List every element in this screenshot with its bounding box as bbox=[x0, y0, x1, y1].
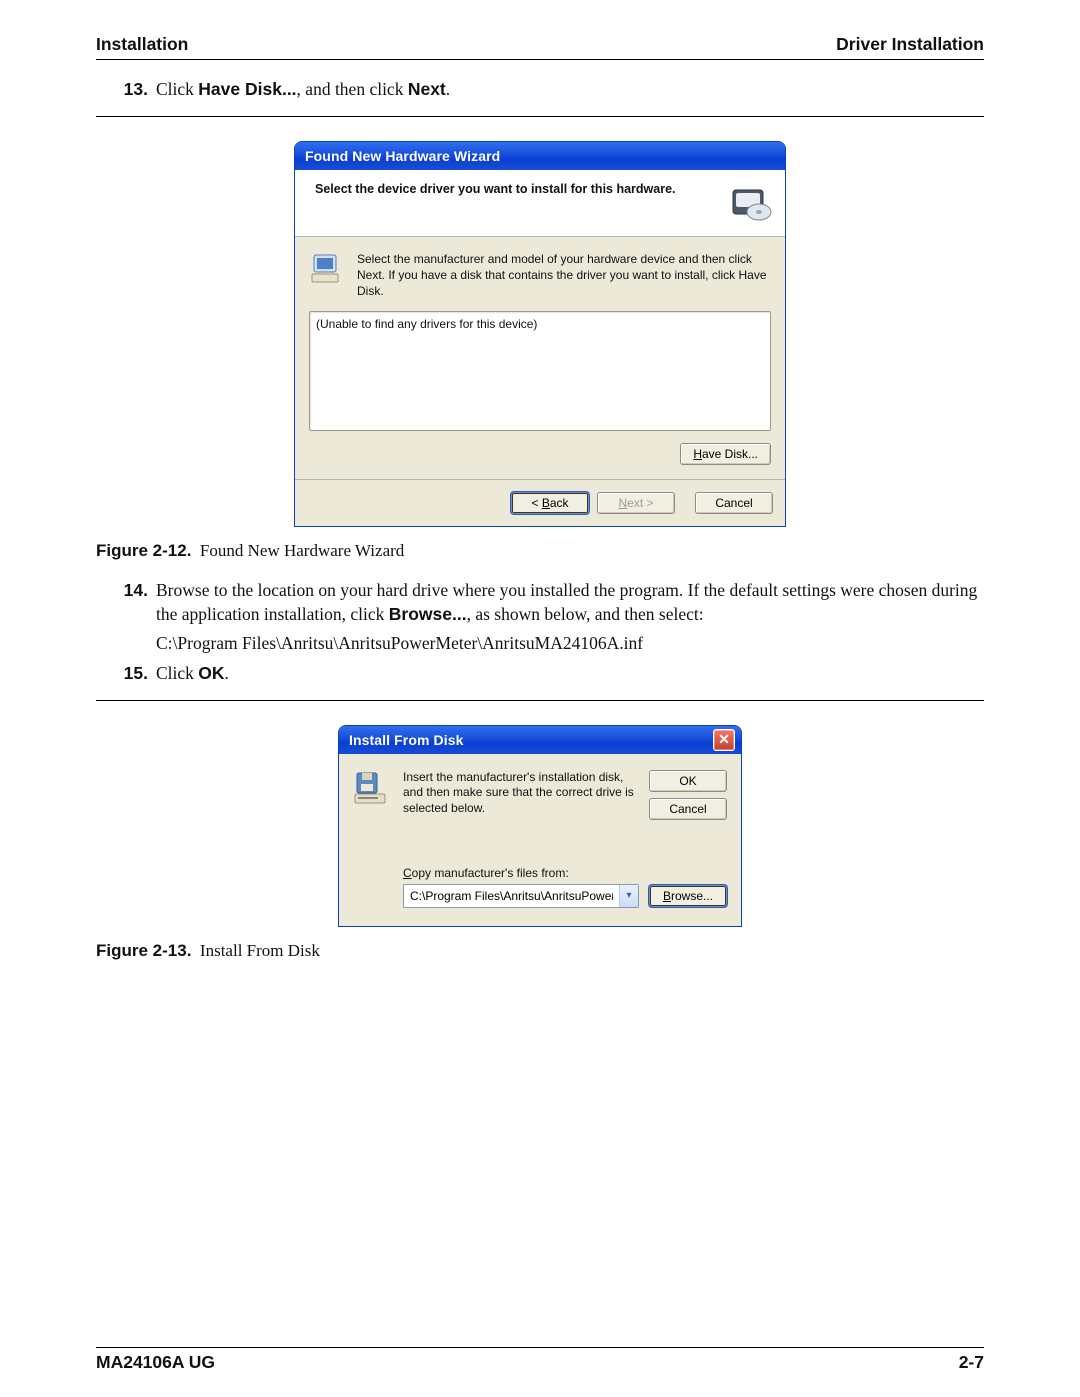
hardware-wizard-window: Found New Hardware Wizard Select the dev… bbox=[294, 141, 786, 528]
step-14-text: Browse to the location on your hard driv… bbox=[156, 579, 984, 626]
wizard-footer: < Back Next > Cancel bbox=[295, 479, 785, 526]
step-15-suffix: . bbox=[225, 663, 229, 683]
copy-from-accel: C bbox=[403, 866, 412, 880]
step-15-prefix: Click bbox=[156, 663, 198, 683]
ifd-message: Insert the manufacturer's installation d… bbox=[403, 770, 635, 817]
next-label: ext > bbox=[627, 496, 653, 510]
header-rule bbox=[96, 59, 984, 60]
step-13-suffix: . bbox=[446, 79, 450, 99]
header-left: Installation bbox=[96, 34, 188, 55]
copy-from-label: Copy manufacturer's files from: bbox=[403, 866, 727, 880]
have-disk-accel: H bbox=[693, 447, 702, 461]
steps-group-2: 14. Browse to the location on your hard … bbox=[96, 579, 984, 686]
page-header-row: Installation Driver Installation bbox=[96, 34, 984, 55]
cancel-label: Cancel bbox=[715, 496, 752, 510]
have-disk-button[interactable]: Have Disk... bbox=[680, 443, 771, 465]
wizard-header-band: Select the device driver you want to ins… bbox=[295, 170, 785, 237]
step-14-path-text: C:\Program Files\Anritsu\AnritsuPowerMet… bbox=[156, 632, 643, 656]
path-input[interactable] bbox=[404, 885, 619, 907]
figure-2-12-caption-lead: Figure 2-12. bbox=[96, 541, 191, 560]
driver-list-pane[interactable]: (Unable to find any drivers for this dev… bbox=[309, 311, 771, 431]
ifd-cancel-label: Cancel bbox=[669, 802, 706, 816]
figure-2-12-caption-text: Found New Hardware Wizard bbox=[200, 541, 404, 560]
ok-label: OK bbox=[679, 774, 696, 788]
ifd-lower: Copy manufacturer's files from: ▾ Browse… bbox=[403, 866, 727, 908]
figure-2-13-caption-lead: Figure 2-13. bbox=[96, 941, 191, 960]
chevron-down-icon[interactable]: ▾ bbox=[619, 885, 638, 907]
footer-left: MA24106A UG bbox=[96, 1352, 215, 1373]
ifd-body: Insert the manufacturer's installation d… bbox=[339, 754, 741, 926]
page-footer: MA24106A UG 2-7 bbox=[96, 1347, 984, 1373]
wizard-havedisk-row: Have Disk... bbox=[309, 443, 771, 465]
browse-button[interactable]: Browse... bbox=[649, 885, 727, 907]
close-icon[interactable]: ✕ bbox=[713, 729, 735, 751]
ifd-input-row: ▾ Browse... bbox=[403, 884, 727, 908]
step-15-ok: OK bbox=[198, 663, 224, 683]
steps-group-1: 13. Click Have Disk..., and then click N… bbox=[96, 78, 984, 102]
ifd-cancel-button[interactable]: Cancel bbox=[649, 798, 727, 820]
driver-disc-icon bbox=[729, 182, 773, 226]
back-prefix: < bbox=[531, 496, 541, 510]
step-14-path-row: C:\Program Files\Anritsu\AnritsuPowerMet… bbox=[118, 632, 984, 656]
back-label: ack bbox=[550, 496, 569, 510]
step-13-number: 13. bbox=[118, 78, 148, 102]
install-from-disk-window: Install From Disk ✕ Insert the manufactu… bbox=[338, 725, 742, 927]
wizard-title-text: Found New Hardware Wizard bbox=[305, 148, 500, 164]
step-15-text: Click OK. bbox=[156, 662, 229, 686]
step-14-b: , as shown below, and then select: bbox=[467, 604, 704, 624]
copy-from-rest: opy manufacturer's files from: bbox=[412, 866, 569, 880]
figure-2-12-wrap: Found New Hardware Wizard Select the dev… bbox=[96, 141, 984, 528]
ok-button[interactable]: OK bbox=[649, 770, 727, 792]
browse-accel: B bbox=[663, 889, 671, 903]
wizard-content: Select the manufacturer and model of you… bbox=[295, 237, 785, 480]
step-14-path-spacer bbox=[118, 632, 148, 656]
floppy-drive-icon bbox=[353, 770, 389, 806]
step-13-have-disk: Have Disk... bbox=[198, 79, 296, 99]
rule-after-step-13 bbox=[96, 116, 984, 117]
path-combobox[interactable]: ▾ bbox=[403, 884, 639, 908]
wizard-desc-text: Select the manufacturer and model of you… bbox=[357, 251, 771, 300]
header-right: Driver Installation bbox=[836, 34, 984, 55]
ifd-right-buttons: OK Cancel bbox=[649, 770, 727, 820]
step-15: 15. Click OK. bbox=[118, 662, 984, 686]
ifd-titlebar: Install From Disk ✕ bbox=[339, 726, 741, 754]
step-13: 13. Click Have Disk..., and then click N… bbox=[118, 78, 984, 102]
step-13-mid: , and then click bbox=[297, 79, 408, 99]
step-14-browse: Browse... bbox=[389, 604, 467, 624]
wizard-header-text: Select the device driver you want to ins… bbox=[315, 182, 676, 196]
wizard-titlebar: Found New Hardware Wizard bbox=[295, 142, 785, 170]
figure-2-13-caption-text: Install From Disk bbox=[200, 941, 320, 960]
figure-2-12-caption: Figure 2-12. Found New Hardware Wizard bbox=[96, 541, 984, 561]
figure-2-13-wrap: Install From Disk ✕ Insert the manufactu… bbox=[96, 725, 984, 927]
have-disk-label: ave Disk... bbox=[702, 447, 758, 461]
document-page: Installation Driver Installation 13. Cli… bbox=[0, 0, 1080, 1397]
computer-icon bbox=[309, 251, 345, 287]
wizard-desc-row: Select the manufacturer and model of you… bbox=[309, 251, 771, 300]
wizard-body: Select the device driver you want to ins… bbox=[295, 170, 785, 527]
step-14-number: 14. bbox=[118, 579, 148, 626]
driver-list-empty-text: (Unable to find any drivers for this dev… bbox=[316, 317, 537, 331]
step-14: 14. Browse to the location on your hard … bbox=[118, 579, 984, 626]
rule-after-step-15 bbox=[96, 700, 984, 701]
step-13-prefix: Click bbox=[156, 79, 198, 99]
next-button[interactable]: Next > bbox=[597, 492, 675, 514]
ifd-top-row: Insert the manufacturer's installation d… bbox=[353, 770, 727, 820]
ifd-title-text: Install From Disk bbox=[349, 732, 464, 748]
cancel-button[interactable]: Cancel bbox=[695, 492, 773, 514]
browse-label: rowse... bbox=[671, 889, 713, 903]
step-13-text: Click Have Disk..., and then click Next. bbox=[156, 78, 450, 102]
step-13-next: Next bbox=[408, 79, 446, 99]
back-accel: B bbox=[542, 496, 550, 510]
step-15-number: 15. bbox=[118, 662, 148, 686]
back-button[interactable]: < Back bbox=[511, 492, 589, 514]
figure-2-13-caption: Figure 2-13. Install From Disk bbox=[96, 941, 984, 961]
next-accel: N bbox=[618, 496, 627, 510]
footer-right: 2-7 bbox=[959, 1352, 984, 1373]
